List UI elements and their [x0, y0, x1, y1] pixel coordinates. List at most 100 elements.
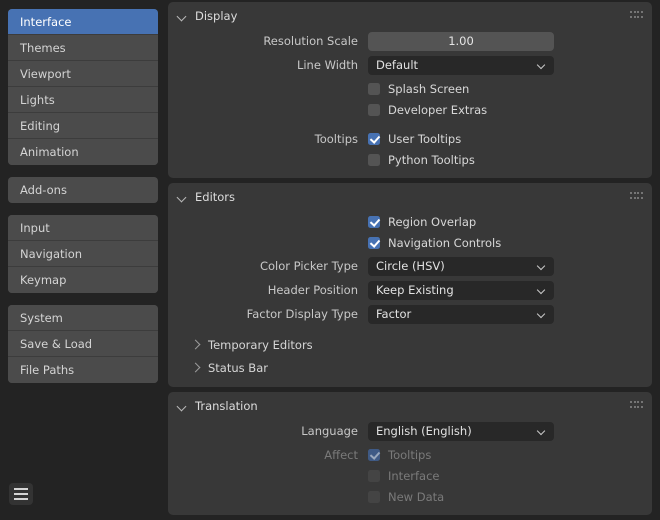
splash-screen-checkbox[interactable]	[368, 83, 380, 95]
row-header-position: Header Position Keep Existing	[168, 279, 652, 301]
developer-extras-label[interactable]: Developer Extras	[388, 103, 487, 117]
affect-interface-label[interactable]: Interface	[388, 469, 440, 483]
affect-tooltips-checkbox[interactable]	[368, 449, 380, 461]
row-region-overlap: Region Overlap	[168, 211, 652, 232]
color-picker-type-label: Color Picker Type	[168, 259, 368, 273]
hamburger-bar	[14, 488, 28, 490]
affect-tooltips-label[interactable]: Tooltips	[388, 448, 431, 462]
row-python-tooltips: Python Tooltips	[168, 149, 652, 170]
header-position-label: Header Position	[168, 283, 368, 297]
sidebar-group-system: System Save & Load File Paths	[8, 305, 158, 383]
sidebar-item-themes[interactable]: Themes	[8, 35, 158, 61]
line-width-dropdown[interactable]: Default	[368, 56, 554, 75]
row-developer-extras: Developer Extras	[168, 99, 652, 120]
sidebar-item-file-paths[interactable]: File Paths	[8, 357, 158, 383]
panel-display-title: Display	[195, 9, 237, 23]
chevron-down-icon	[538, 61, 547, 70]
developer-extras-checkbox[interactable]	[368, 104, 380, 116]
splash-screen-label[interactable]: Splash Screen	[388, 82, 469, 96]
preferences-sidebar: Interface Themes Viewport Lights Editing…	[0, 0, 166, 520]
sidebar-item-editing[interactable]: Editing	[8, 113, 158, 139]
line-width-value: Default	[376, 58, 538, 72]
color-picker-type-dropdown[interactable]: Circle (HSV)	[368, 257, 554, 276]
preferences-content: Display Resolution Scale 1.00 Line Width…	[166, 0, 660, 520]
sidebar-group-addons: Add-ons	[8, 177, 158, 203]
region-overlap-label[interactable]: Region Overlap	[388, 215, 476, 229]
header-position-value: Keep Existing	[376, 283, 538, 297]
panel-translation-header[interactable]: Translation	[168, 392, 652, 420]
affect-group: Affect Tooltips Interface New Data	[168, 444, 652, 507]
row-resolution-scale: Resolution Scale 1.00	[168, 30, 652, 52]
tooltips-group-label: Tooltips	[168, 132, 368, 146]
resolution-scale-input[interactable]: 1.00	[368, 32, 554, 51]
chevron-down-icon	[538, 427, 547, 436]
region-overlap-checkbox[interactable]	[368, 216, 380, 228]
navigation-controls-checkbox[interactable]	[368, 237, 380, 249]
language-dropdown[interactable]: English (English)	[368, 422, 554, 441]
status-bar-label: Status Bar	[208, 361, 268, 375]
subpanel-status-bar[interactable]: Status Bar	[168, 356, 652, 379]
row-factor-display-type: Factor Display Type Factor	[168, 303, 652, 325]
sidebar-item-add-ons[interactable]: Add-ons	[8, 177, 158, 203]
spacer	[168, 120, 652, 128]
affect-label: Affect	[168, 448, 368, 462]
chevron-right-icon	[190, 339, 201, 350]
row-navigation-controls: Navigation Controls	[168, 232, 652, 253]
language-value: English (English)	[376, 424, 538, 438]
hamburger-bar	[14, 498, 28, 500]
resolution-scale-label: Resolution Scale	[168, 34, 368, 48]
row-splash-screen: Splash Screen	[168, 78, 652, 99]
panel-editors-header[interactable]: Editors	[168, 183, 652, 211]
row-line-width: Line Width Default	[168, 54, 652, 76]
user-tooltips-checkbox[interactable]	[368, 133, 380, 145]
line-width-label: Line Width	[168, 58, 368, 72]
subpanel-temporary-editors[interactable]: Temporary Editors	[168, 333, 652, 356]
user-tooltips-label[interactable]: User Tooltips	[388, 132, 461, 146]
header-position-dropdown[interactable]: Keep Existing	[368, 281, 554, 300]
python-tooltips-checkbox[interactable]	[368, 154, 380, 166]
sidebar-item-navigation[interactable]: Navigation	[8, 241, 158, 267]
chevron-down-icon	[538, 286, 547, 295]
row-affect-tooltips: Affect Tooltips	[168, 444, 652, 465]
row-color-picker-type: Color Picker Type Circle (HSV)	[168, 255, 652, 277]
affect-new-data-label[interactable]: New Data	[388, 490, 444, 504]
affect-new-data-checkbox[interactable]	[368, 491, 380, 503]
row-affect-interface: Interface	[168, 465, 652, 486]
sidebar-item-system[interactable]: System	[8, 305, 158, 331]
row-user-tooltips: Tooltips User Tooltips	[168, 128, 652, 149]
drag-dots-icon[interactable]	[630, 11, 643, 19]
hamburger-bar	[14, 493, 28, 495]
row-language: Language English (English)	[168, 420, 652, 442]
chevron-down-icon	[538, 262, 547, 271]
panel-translation-title: Translation	[195, 399, 258, 413]
row-affect-new-data: New Data	[168, 486, 652, 507]
sidebar-item-input[interactable]: Input	[8, 215, 158, 241]
chevron-down-icon	[538, 310, 547, 319]
sidebar-item-keymap[interactable]: Keymap	[8, 267, 158, 293]
language-label: Language	[168, 424, 368, 438]
sidebar-item-interface[interactable]: Interface	[8, 9, 158, 35]
sidebar-group-general: Interface Themes Viewport Lights Editing…	[8, 9, 158, 165]
panel-editors-title: Editors	[195, 190, 235, 204]
sidebar-item-viewport[interactable]: Viewport	[8, 61, 158, 87]
panel-display-header[interactable]: Display	[168, 2, 652, 30]
drag-dots-icon[interactable]	[630, 192, 643, 200]
sidebar-item-animation[interactable]: Animation	[8, 139, 158, 165]
chevron-down-icon	[177, 401, 188, 412]
affect-interface-checkbox[interactable]	[368, 470, 380, 482]
panel-editors: Editors Region Overlap Navigation Contro…	[168, 183, 652, 387]
drag-dots-icon[interactable]	[630, 401, 643, 409]
chevron-right-icon	[190, 362, 201, 373]
factor-display-type-label: Factor Display Type	[168, 307, 368, 321]
factor-display-type-dropdown[interactable]: Factor	[368, 305, 554, 324]
sidebar-item-lights[interactable]: Lights	[8, 87, 158, 113]
hamburger-menu-icon[interactable]	[9, 483, 33, 505]
panel-translation: Translation Language English (English) A…	[168, 392, 652, 515]
python-tooltips-label[interactable]: Python Tooltips	[388, 153, 475, 167]
factor-display-type-value: Factor	[376, 307, 538, 321]
temporary-editors-label: Temporary Editors	[208, 338, 313, 352]
navigation-controls-label[interactable]: Navigation Controls	[388, 236, 501, 250]
chevron-down-icon	[177, 192, 188, 203]
sidebar-group-input: Input Navigation Keymap	[8, 215, 158, 293]
sidebar-item-save-and-load[interactable]: Save & Load	[8, 331, 158, 357]
